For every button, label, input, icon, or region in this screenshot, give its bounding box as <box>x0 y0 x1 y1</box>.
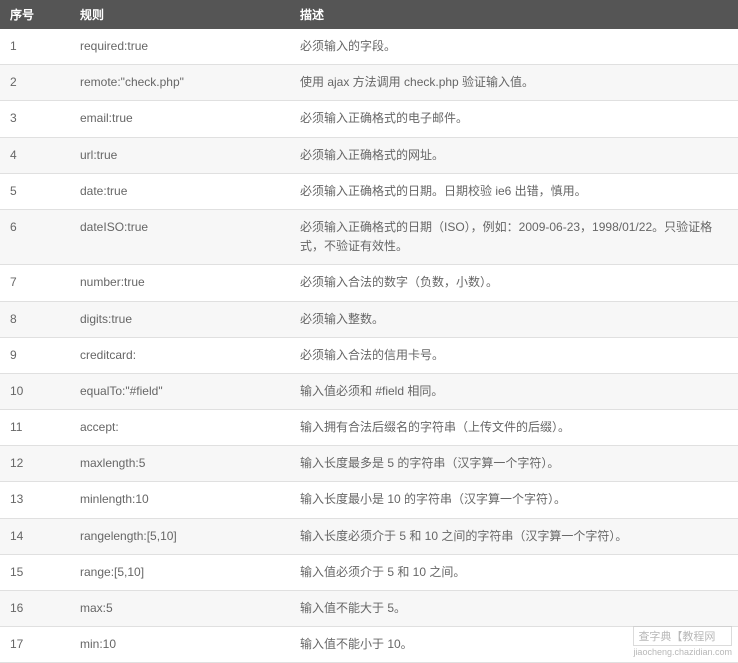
table-row: 9creditcard:必须输入合法的信用卡号。 <box>0 337 738 373</box>
table-row: 2remote:"check.php"使用 ajax 方法调用 check.ph… <box>0 65 738 101</box>
cell-desc: 必须输入正确格式的电子邮件。 <box>290 101 738 137</box>
header-desc: 描述 <box>290 0 738 29</box>
cell-seq: 10 <box>0 373 70 409</box>
table-row: 4url:true必须输入正确格式的网址。 <box>0 137 738 173</box>
cell-rule: min:10 <box>70 627 290 663</box>
table-row: 10equalTo:"#field"输入值必须和 #field 相同。 <box>0 373 738 409</box>
cell-desc: 必须输入的字段。 <box>290 29 738 65</box>
cell-rule: url:true <box>70 137 290 173</box>
table-row: 12maxlength:5输入长度最多是 5 的字符串（汉字算一个字符）。 <box>0 446 738 482</box>
cell-seq: 14 <box>0 518 70 554</box>
cell-seq: 15 <box>0 554 70 590</box>
cell-desc: 必须输入整数。 <box>290 301 738 337</box>
cell-desc: 输入值不能小于 10。 <box>290 627 738 663</box>
cell-rule: creditcard: <box>70 337 290 373</box>
cell-desc: 必须输入正确格式的网址。 <box>290 137 738 173</box>
table-row: 13minlength:10输入长度最小是 10 的字符串（汉字算一个字符）。 <box>0 482 738 518</box>
table-row: 1required:true必须输入的字段。 <box>0 29 738 65</box>
table-row: 16max:5输入值不能大于 5。 <box>0 591 738 627</box>
rules-table: 序号 规则 描述 1required:true必须输入的字段。2remote:"… <box>0 0 738 663</box>
table-row: 7number:true必须输入合法的数字（负数，小数）。 <box>0 265 738 301</box>
table-row: 15range:[5,10]输入值必须介于 5 和 10 之间。 <box>0 554 738 590</box>
cell-desc: 输入长度必须介于 5 和 10 之间的字符串（汉字算一个字符）。 <box>290 518 738 554</box>
table-row: 8digits:true必须输入整数。 <box>0 301 738 337</box>
cell-rule: dateISO:true <box>70 209 290 264</box>
table-header-row: 序号 规则 描述 <box>0 0 738 29</box>
table-row: 17min:10输入值不能小于 10。 <box>0 627 738 663</box>
table-row: 14rangelength:[5,10]输入长度必须介于 5 和 10 之间的字… <box>0 518 738 554</box>
cell-seq: 3 <box>0 101 70 137</box>
cell-rule: number:true <box>70 265 290 301</box>
cell-rule: remote:"check.php" <box>70 65 290 101</box>
cell-desc: 输入值必须和 #field 相同。 <box>290 373 738 409</box>
cell-desc: 使用 ajax 方法调用 check.php 验证输入值。 <box>290 65 738 101</box>
cell-desc: 输入值不能大于 5。 <box>290 591 738 627</box>
cell-rule: required:true <box>70 29 290 65</box>
cell-rule: max:5 <box>70 591 290 627</box>
cell-rule: range:[5,10] <box>70 554 290 590</box>
cell-seq: 6 <box>0 209 70 264</box>
table-body: 1required:true必须输入的字段。2remote:"check.php… <box>0 29 738 663</box>
cell-desc: 必须输入合法的信用卡号。 <box>290 337 738 373</box>
cell-rule: date:true <box>70 173 290 209</box>
cell-rule: rangelength:[5,10] <box>70 518 290 554</box>
cell-seq: 9 <box>0 337 70 373</box>
cell-rule: accept: <box>70 410 290 446</box>
cell-seq: 13 <box>0 482 70 518</box>
cell-seq: 4 <box>0 137 70 173</box>
cell-desc: 必须输入正确格式的日期。日期校验 ie6 出错，慎用。 <box>290 173 738 209</box>
table-row: 3email:true必须输入正确格式的电子邮件。 <box>0 101 738 137</box>
cell-seq: 11 <box>0 410 70 446</box>
cell-desc: 输入拥有合法后缀名的字符串（上传文件的后缀）。 <box>290 410 738 446</box>
cell-rule: equalTo:"#field" <box>70 373 290 409</box>
cell-seq: 5 <box>0 173 70 209</box>
header-seq: 序号 <box>0 0 70 29</box>
cell-seq: 17 <box>0 627 70 663</box>
table-row: 6dateISO:true必须输入正确格式的日期（ISO），例如：2009-06… <box>0 209 738 264</box>
cell-seq: 12 <box>0 446 70 482</box>
table-row: 5date:true必须输入正确格式的日期。日期校验 ie6 出错，慎用。 <box>0 173 738 209</box>
cell-desc: 输入长度最小是 10 的字符串（汉字算一个字符）。 <box>290 482 738 518</box>
cell-desc: 必须输入正确格式的日期（ISO），例如：2009-06-23，1998/01/2… <box>290 209 738 264</box>
cell-seq: 1 <box>0 29 70 65</box>
cell-seq: 2 <box>0 65 70 101</box>
header-rule: 规则 <box>70 0 290 29</box>
cell-seq: 7 <box>0 265 70 301</box>
cell-desc: 输入长度最多是 5 的字符串（汉字算一个字符）。 <box>290 446 738 482</box>
cell-desc: 输入值必须介于 5 和 10 之间。 <box>290 554 738 590</box>
cell-rule: email:true <box>70 101 290 137</box>
table-row: 11accept:输入拥有合法后缀名的字符串（上传文件的后缀）。 <box>0 410 738 446</box>
cell-seq: 16 <box>0 591 70 627</box>
cell-rule: minlength:10 <box>70 482 290 518</box>
cell-seq: 8 <box>0 301 70 337</box>
cell-rule: maxlength:5 <box>70 446 290 482</box>
cell-rule: digits:true <box>70 301 290 337</box>
cell-desc: 必须输入合法的数字（负数，小数）。 <box>290 265 738 301</box>
